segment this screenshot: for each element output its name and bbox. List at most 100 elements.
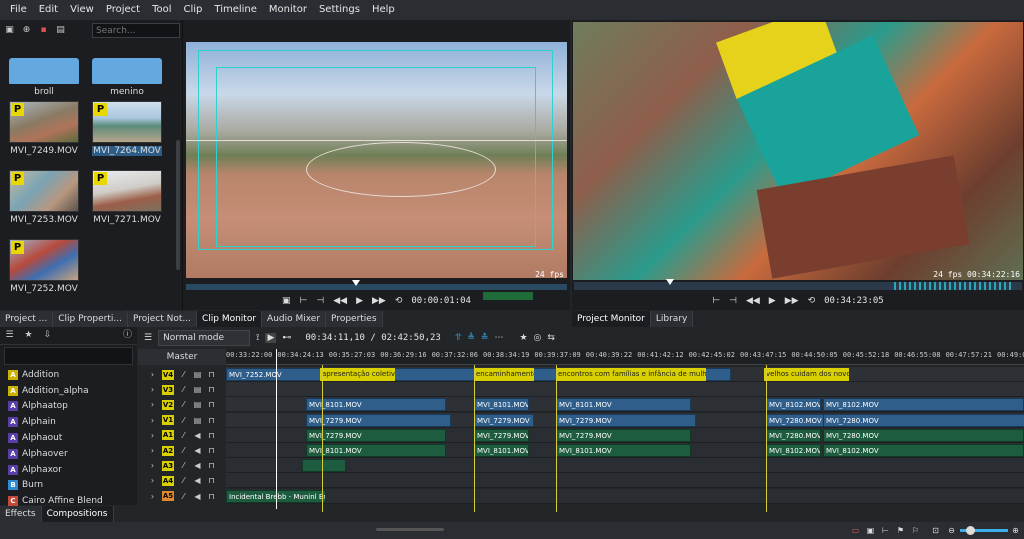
set-in-icon[interactable]: ⊢ (300, 296, 308, 306)
track-lane-a2[interactable]: MVI_8101.MOV MVI_8101.MOV MVI_8101.MOV MVI_… (226, 443, 1024, 458)
marker-icon[interactable]: ⚐ (910, 525, 921, 536)
clip-item[interactable]: P MVI_7249.MOV (9, 101, 79, 156)
audio-clip[interactable]: MVI_8102.MOV (766, 444, 821, 457)
timeline-guide[interactable] (322, 365, 323, 512)
timeline-options-icon[interactable]: ☰ (144, 333, 152, 343)
zoom-out-icon[interactable]: ⊖ (946, 525, 957, 536)
status-scroll-handle[interactable] (376, 528, 444, 531)
menu-settings[interactable]: Settings (313, 0, 366, 20)
audio-clip[interactable]: MVI_7280.MOV (823, 428, 1024, 442)
audio-clip[interactable]: MVI_8101.MOV (306, 444, 446, 457)
folder-icon[interactable]: ▤ (55, 25, 66, 36)
timeline-guide[interactable] (766, 365, 767, 512)
expand-chevron-icon[interactable]: › (148, 431, 157, 440)
menu-timeline[interactable]: Timeline (208, 0, 263, 20)
folder-broll[interactable]: broll (9, 42, 79, 97)
track-header-a3[interactable]: › A3 ⁄ ◀ ⊓ (138, 458, 226, 473)
save-icon[interactable]: ▣ (865, 525, 876, 536)
track-lane-v4[interactable]: MVI_7252.MOV apresentação coletivo encamin… (226, 367, 1024, 382)
extract-icon[interactable]: ≜ (467, 333, 475, 343)
playhead[interactable] (276, 349, 277, 509)
timeline-timecode[interactable]: 00:34:11,10 / 02:42:50,23 (305, 333, 440, 343)
track-header-v4[interactable]: › V4 ⁄ ▤ ⊓ (138, 367, 226, 382)
razor-tool-icon[interactable]: ⟟ (256, 333, 259, 343)
effects-wand-icon[interactable]: ⁄ (179, 446, 188, 455)
set-out-icon[interactable]: ⊣ (316, 296, 324, 306)
tab-project-monitor[interactable]: Project Monitor (572, 311, 651, 327)
menu-clip[interactable]: Clip (178, 0, 209, 20)
tab-project-notes[interactable]: Project Not... (127, 311, 197, 327)
video-clip[interactable]: MVI_8101.MOV (556, 398, 691, 412)
video-clip[interactable]: MVI_7279.MOV (306, 413, 451, 427)
zoom-in-icon[interactable]: ⊕ (1010, 525, 1021, 536)
effect-item[interactable]: A Alphaout (0, 430, 137, 446)
play-icon[interactable]: ▶ (769, 296, 776, 306)
scrubber-handle-icon[interactable] (666, 279, 674, 285)
lock-icon[interactable]: ⊓ (207, 476, 216, 485)
clip-scrubber[interactable] (186, 280, 567, 290)
clip-item[interactable]: P MVI_7271.MOV (92, 170, 162, 225)
effects-wand-icon[interactable]: ⁄ (179, 476, 188, 485)
rewind-icon[interactable]: ◀◀ (746, 296, 760, 306)
folder-menino[interactable]: menino (92, 42, 162, 97)
zoom-slider-handle[interactable] (966, 526, 975, 535)
favorite-star-icon[interactable]: ★ (519, 333, 527, 343)
tab-clip-monitor[interactable]: Clip Monitor (196, 311, 263, 327)
title-clip[interactable]: velhos cuidam dos novos (764, 368, 849, 381)
lock-icon[interactable]: ⊓ (207, 431, 216, 440)
track-header-a5[interactable]: › A5 ⁄ ◀ ⊓ (138, 489, 226, 504)
menu-view[interactable]: View (64, 0, 100, 20)
expand-chevron-icon[interactable]: › (148, 446, 157, 455)
download-icon[interactable]: ⇩ (42, 330, 53, 341)
set-in-icon[interactable]: ⊢ (712, 296, 720, 306)
effect-item[interactable]: A Alphain (0, 414, 137, 430)
effects-wand-icon[interactable]: ⁄ (179, 416, 188, 425)
play-icon[interactable]: ▶ (356, 296, 363, 306)
fullscreen-icon[interactable]: ▣ (282, 296, 291, 306)
effects-wand-icon[interactable]: ⁄ (179, 461, 188, 470)
set-out-icon[interactable]: ⊣ (729, 296, 737, 306)
mute-track-icon[interactable]: ◀ (193, 446, 202, 455)
timeline-guide[interactable] (474, 365, 475, 512)
edit-mode-select[interactable]: Normal mode (158, 330, 251, 346)
add-clip-icon[interactable]: ⊕ (21, 25, 32, 36)
expand-chevron-icon[interactable]: › (148, 416, 157, 425)
expand-chevron-icon[interactable]: › (148, 385, 157, 394)
audio-clip[interactable]: MVI_8101.MOV (556, 444, 691, 457)
effects-wand-icon[interactable]: ⁄ (179, 400, 188, 409)
clip-item-selected[interactable]: P MVI_7264.MOV (92, 101, 162, 156)
rewind-icon[interactable]: ◀◀ (333, 296, 347, 306)
expand-chevron-icon[interactable]: › (148, 400, 157, 409)
track-header-v2[interactable]: › V2 ⁄ ▤ ⊓ (138, 397, 226, 412)
menu-file[interactable]: File (4, 0, 33, 20)
track-header-a2[interactable]: › A2 ⁄ ◀ ⊓ (138, 443, 226, 458)
track-header-v1[interactable]: › V1 ⁄ ▤ ⊓ (138, 413, 226, 428)
track-lane-a1[interactable]: MVI_7279.MOV MVI_7279.MOV MVI_7279.MOV MVI_… (226, 427, 1024, 443)
zoom-fit-icon[interactable]: ⊡ (930, 525, 941, 536)
flag-icon[interactable]: ⚑ (895, 525, 906, 536)
tab-properties[interactable]: Properties (326, 311, 383, 327)
spacer-tool-icon[interactable]: ⊷ (282, 333, 291, 343)
effect-item[interactable]: B Burn (0, 478, 137, 494)
audio-clip[interactable]: MVI_7280.MOV (766, 428, 821, 442)
hide-track-icon[interactable]: ▤ (193, 400, 202, 409)
audio-clip[interactable]: MVI_8102.MOV (823, 444, 1024, 457)
lock-icon[interactable]: ⊓ (207, 400, 216, 409)
track-lane-v1[interactable]: MVI_7279.MOV MVI_7279.MOV MVI_7279.MOV MVI_… (226, 412, 1024, 428)
overwrite-icon[interactable]: ⋯ (494, 333, 503, 343)
timeline-guide[interactable] (556, 365, 557, 512)
lock-icon[interactable]: ⊓ (207, 370, 216, 379)
program-scrubber[interactable] (574, 279, 1022, 290)
search-input[interactable] (92, 23, 180, 38)
tab-library[interactable]: Library (650, 311, 694, 327)
favorite-star-icon[interactable]: ★ (23, 330, 34, 341)
clip-item[interactable]: P MVI_7253.MOV (9, 170, 79, 225)
audio-clip[interactable]: MVI_7279.MOV (556, 428, 691, 442)
loop-icon[interactable]: ⟲ (395, 296, 403, 306)
expand-chevron-icon[interactable]: › (148, 476, 157, 485)
title-clip[interactable]: encontros com famílias e infância de mul… (556, 368, 706, 381)
track-lane-a3[interactable] (226, 458, 1024, 474)
video-clip[interactable]: MVI_8101.MOV (474, 398, 529, 412)
lock-icon[interactable]: ⊓ (207, 492, 216, 501)
tab-project-bin[interactable]: Project ... (0, 311, 54, 327)
